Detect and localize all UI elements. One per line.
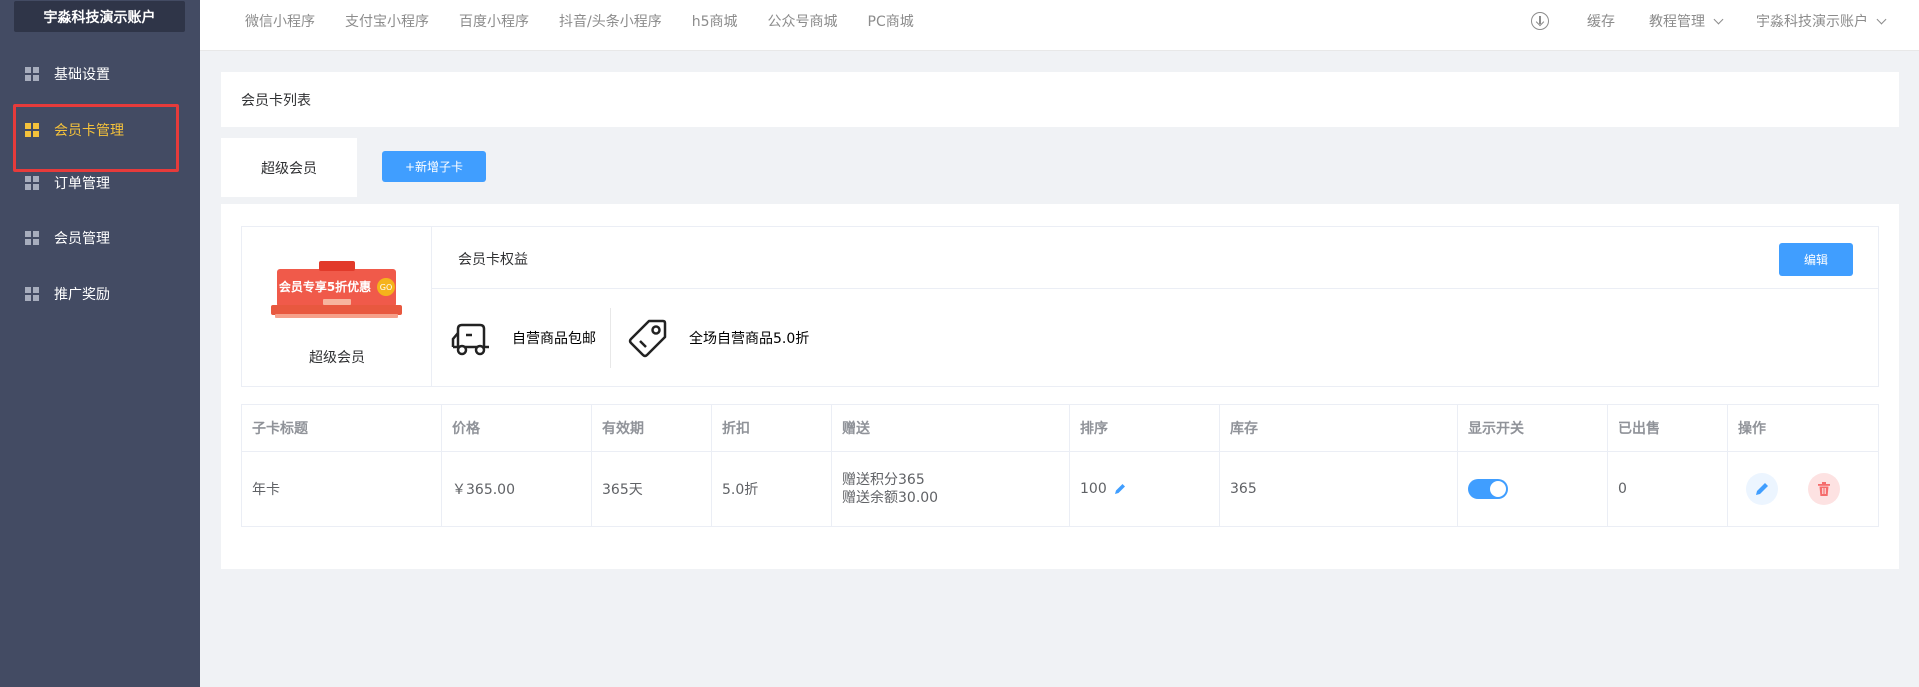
edit-card-button[interactable]: 编辑 — [1779, 243, 1853, 276]
cell-stock: 365 — [1220, 452, 1458, 526]
grid-icon — [25, 123, 39, 137]
sidebar-item-label: 订单管理 — [54, 176, 110, 192]
sidebar-item-orders[interactable]: 订单管理 — [0, 155, 200, 211]
sidebar-item-label: 会员卡管理 — [54, 123, 124, 139]
cell-gift: 赠送积分365 赠送余额30.00 — [832, 452, 1070, 526]
card-rights-title: 会员卡权益 — [458, 252, 528, 268]
cell-price: ￥365.00 — [442, 452, 592, 526]
cell-sold: 0 — [1608, 452, 1728, 526]
account-menu[interactable]: 宇淼科技演示账户 — [1756, 11, 1887, 31]
chevron-down-icon — [1713, 14, 1724, 24]
tutorial-menu[interactable]: 教程管理 — [1649, 11, 1724, 31]
cell-actions — [1728, 452, 1878, 526]
cell-validity: 365天 — [592, 452, 712, 526]
top-nav-douyin[interactable]: 抖音/头条小程序 — [559, 11, 662, 31]
tab-super-member[interactable]: 超级会员 — [221, 138, 357, 197]
column-header: 折扣 — [712, 405, 832, 451]
price-tag-icon — [628, 319, 667, 358]
top-nav-official-account[interactable]: 公众号商城 — [768, 11, 838, 31]
table-row: 年卡 ￥365.00 365天 5.0折 赠送积分365 赠送余额30.00 1… — [242, 452, 1878, 526]
sidebar-item-promotion[interactable]: 推广奖励 — [0, 266, 200, 322]
column-header: 有效期 — [592, 405, 712, 451]
pencil-icon[interactable] — [1113, 482, 1127, 496]
sidebar-item-label: 基础设置 — [54, 67, 110, 83]
column-header: 子卡标题 — [242, 405, 442, 451]
sidebar-item-label: 会员管理 — [54, 231, 110, 247]
column-header: 价格 — [442, 405, 592, 451]
row-delete-button[interactable] — [1808, 473, 1840, 505]
column-header: 显示开关 — [1458, 405, 1608, 451]
svg-text:GO: GO — [380, 283, 393, 292]
grid-icon — [25, 287, 39, 301]
chevron-down-icon — [1876, 14, 1887, 24]
top-right-actions: 缓存 教程管理 宇淼科技演示账户 — [1531, 0, 1919, 42]
page-title: 会员卡列表 — [221, 72, 1899, 127]
card-tabs: 超级会员 +新增子卡 — [221, 127, 1899, 204]
column-header: 库存 — [1220, 405, 1458, 451]
card-rights-header: 会员卡权益 编辑 — [432, 227, 1878, 289]
sidebar: 宇淼科技演示账户 基础设置 会员卡管理 订单管理 会员管理 推广奖励 — [0, 0, 200, 687]
card-rights-list: 自营商品包邮 全场自营商品5.0折 — [432, 290, 1878, 386]
column-header: 已出售 — [1608, 405, 1728, 451]
visibility-toggle[interactable] — [1468, 479, 1508, 499]
row-edit-button[interactable] — [1746, 473, 1778, 505]
grid-icon — [25, 176, 39, 190]
benefit-label: 全场自营商品5.0折 — [689, 331, 810, 347]
gift-balance: 赠送余额30.00 — [842, 490, 939, 506]
card-info-box: GO 会员专享5折优惠 超级会员 会员卡权益 编辑 自营商品包邮 全场自营商品5… — [241, 226, 1879, 387]
top-nav: 微信小程序 支付宝小程序 百度小程序 抖音/头条小程序 h5商城 公众号商城 P… — [245, 0, 944, 42]
pencil-icon — [1756, 483, 1768, 495]
member-card-panel: GO 会员专享5折优惠 超级会员 会员卡权益 编辑 自营商品包邮 全场自营商品5… — [221, 204, 1899, 569]
benefit-free-shipping: 自营商品包邮 — [450, 290, 596, 386]
benefit-divider — [610, 308, 611, 368]
column-header: 排序 — [1070, 405, 1220, 451]
sort-value: 100 — [1080, 481, 1107, 497]
sidebar-item-members[interactable]: 会员管理 — [0, 210, 200, 266]
trash-icon — [1818, 482, 1830, 496]
add-sub-card-button[interactable]: +新增子卡 — [382, 151, 486, 182]
grid-icon — [25, 67, 39, 81]
sidebar-account-name[interactable]: 宇淼科技演示账户 — [14, 1, 185, 32]
top-nav-baidu[interactable]: 百度小程序 — [459, 11, 529, 31]
column-header: 赠送 — [832, 405, 1070, 451]
grid-icon — [25, 231, 39, 245]
sub-card-table: 子卡标题 价格 有效期 折扣 赠送 排序 库存 显示开关 已出售 操作 年卡 ￥… — [241, 404, 1879, 527]
card-preview: GO 会员专享5折优惠 超级会员 — [242, 227, 432, 386]
cell-discount: 5.0折 — [712, 452, 832, 526]
table-header-row: 子卡标题 价格 有效期 折扣 赠送 排序 库存 显示开关 已出售 操作 — [242, 405, 1878, 452]
cell-sort: 100 — [1070, 452, 1220, 526]
account-menu-label: 宇淼科技演示账户 — [1756, 14, 1868, 30]
gift-points: 赠送积分365 — [842, 472, 925, 488]
cache-button[interactable]: 缓存 — [1587, 11, 1615, 31]
top-nav-alipay[interactable]: 支付宝小程序 — [345, 11, 429, 31]
top-nav-pc[interactable]: PC商城 — [868, 11, 914, 31]
column-header: 操作 — [1738, 421, 1766, 437]
delivery-truck-icon — [451, 323, 489, 356]
tutorial-menu-label: 教程管理 — [1649, 14, 1705, 30]
sidebar-item-label: 推广奖励 — [54, 287, 110, 303]
sidebar-item-basic-settings[interactable]: 基础设置 — [0, 46, 200, 102]
download-icon[interactable] — [1531, 12, 1549, 30]
member-card-image-text: 会员专享5折优惠 — [279, 279, 371, 294]
cell-title: 年卡 — [242, 452, 442, 526]
member-card-image: GO 会员专享5折优惠 — [271, 261, 402, 318]
top-nav-wechat[interactable]: 微信小程序 — [245, 11, 315, 31]
benefit-discount: 全场自营商品5.0折 — [627, 290, 809, 386]
cell-visible — [1458, 452, 1608, 526]
top-nav-h5[interactable]: h5商城 — [692, 11, 738, 31]
sidebar-item-member-card[interactable]: 会员卡管理 — [0, 102, 200, 158]
top-bar: 微信小程序 支付宝小程序 百度小程序 抖音/头条小程序 h5商城 公众号商城 P… — [200, 0, 1919, 51]
benefit-label: 自营商品包邮 — [512, 331, 596, 347]
card-name: 超级会员 — [309, 350, 365, 366]
